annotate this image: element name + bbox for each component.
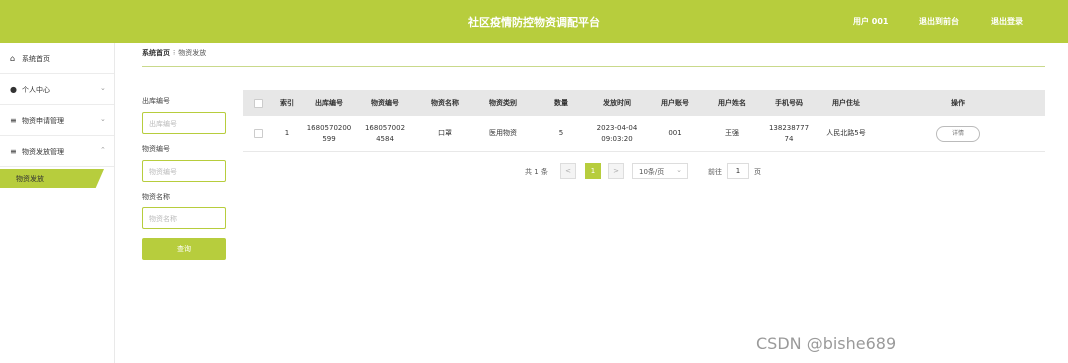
detail-button[interactable]: 详情 bbox=[936, 125, 980, 142]
sidebar: ⌂ 系统首页 ● 个人中心 ⌄ ≡ 物资申请管理 ⌄ ≡ 物资发放管理 ⌃ 物资… bbox=[0, 43, 115, 363]
cell-category: 医用物资 bbox=[489, 129, 517, 137]
cell-material-name: 口罩 bbox=[438, 129, 452, 137]
cell-phone-line2: 74 bbox=[784, 134, 794, 143]
row-checkbox[interactable] bbox=[251, 116, 265, 151]
material-name-label: 物资名称 bbox=[142, 193, 170, 201]
cell-time: 2023-04-04 09:03:20 bbox=[589, 116, 645, 151]
page-jump-input[interactable]: 1 bbox=[727, 163, 749, 179]
sidebar-item-label: 个人中心 bbox=[22, 86, 50, 94]
sidebar-subitem-distribution[interactable]: 物资发放 bbox=[0, 169, 104, 188]
distribution-table: 索引 出库编号 物资编号 物资名称 物资类别 数量 发放时间 用户账号 用户姓名… bbox=[243, 90, 1045, 152]
table-header: 索引 出库编号 物资编号 物资名称 物资类别 数量 发放时间 用户账号 用户姓名… bbox=[243, 90, 1045, 116]
chevron-down-icon: ⌄ bbox=[100, 84, 106, 92]
cell-material-no: 168057002 4584 bbox=[357, 116, 413, 151]
cell-user-name: 王强 bbox=[725, 129, 739, 137]
col-material-name: 物资名称 bbox=[431, 98, 459, 107]
page-size-select[interactable]: 10条/页 ⌄ bbox=[632, 163, 688, 179]
col-category: 物资类别 bbox=[489, 98, 517, 107]
cell-account: 001 bbox=[668, 129, 682, 137]
col-quantity: 数量 bbox=[554, 98, 568, 107]
cell-address: 人民北路5号 bbox=[826, 129, 866, 137]
current-user[interactable]: 用户 001 bbox=[853, 16, 888, 27]
menu-icon: ≡ bbox=[10, 116, 17, 125]
col-material-no: 物资编号 bbox=[371, 98, 399, 107]
cell-action: 详情 bbox=[903, 116, 1013, 151]
pagination-total: 共 1 条 bbox=[525, 168, 548, 176]
breadcrumb-current: 物资发放 bbox=[178, 49, 207, 57]
chevron-up-icon: ⌃ bbox=[100, 146, 106, 154]
cell-outbound-no-line1: 1680570200 bbox=[306, 123, 352, 132]
cell-time-line1: 2023-04-04 bbox=[596, 123, 638, 132]
logout-link[interactable]: 退出登录 bbox=[991, 16, 1023, 27]
app-title: 社区疫情防控物资调配平台 bbox=[468, 16, 600, 29]
back-to-front-link[interactable]: 退出到前台 bbox=[919, 16, 959, 27]
breadcrumb: 系统首页 ⁝ 物资发放 bbox=[142, 48, 206, 58]
col-index: 索引 bbox=[280, 98, 294, 107]
cell-material-no-line2: 4584 bbox=[376, 134, 394, 143]
cell-quantity: 5 bbox=[558, 129, 564, 137]
cell-phone-line1: 138238777 bbox=[768, 123, 810, 132]
chevron-down-icon: ⌄ bbox=[100, 115, 106, 123]
menu-icon: ≡ bbox=[10, 147, 17, 156]
sidebar-item-distribution-management[interactable]: ≡ 物资发放管理 ⌃ bbox=[0, 136, 114, 167]
sidebar-item-label: 物资申请管理 bbox=[22, 117, 64, 125]
cell-material-no-line1: 168057002 bbox=[364, 123, 406, 132]
query-button[interactable]: 查询 bbox=[142, 238, 226, 260]
breadcrumb-divider bbox=[142, 66, 1045, 67]
table-row: 1 1680570200 599 168057002 4584 口罩 医用物资 … bbox=[243, 116, 1045, 152]
col-time: 发放时间 bbox=[603, 98, 631, 107]
col-account: 用户账号 bbox=[661, 98, 689, 107]
user-icon: ● bbox=[10, 85, 17, 94]
material-name-input[interactable]: 物资名称 bbox=[142, 207, 226, 229]
breadcrumb-separator: ⁝ bbox=[173, 49, 176, 57]
sidebar-item-label: 系统首页 bbox=[22, 55, 50, 63]
col-address: 用户住址 bbox=[832, 98, 860, 107]
chevron-down-icon: ⌄ bbox=[676, 166, 682, 174]
cell-index: 1 bbox=[284, 129, 290, 137]
cell-outbound-no: 1680570200 599 bbox=[301, 116, 357, 151]
outbound-no-input[interactable]: 出库编号 bbox=[142, 112, 226, 134]
csdn-watermark: CSDN @bishe689 bbox=[756, 334, 897, 353]
outbound-no-label: 出库编号 bbox=[142, 97, 170, 105]
top-bar: 社区疫情防控物资调配平台 用户 001 退出到前台 退出登录 bbox=[0, 0, 1068, 43]
prev-page-button[interactable]: < bbox=[560, 163, 576, 179]
select-all-checkbox[interactable] bbox=[251, 90, 265, 116]
breadcrumb-home[interactable]: 系统首页 bbox=[142, 49, 170, 57]
sidebar-item-label: 物资发放管理 bbox=[22, 148, 64, 156]
sidebar-item-home[interactable]: ⌂ 系统首页 bbox=[0, 43, 114, 74]
col-action: 操作 bbox=[951, 98, 965, 107]
cell-time-line2: 09:03:20 bbox=[601, 134, 633, 143]
cell-phone: 138238777 74 bbox=[761, 116, 817, 151]
sidebar-item-apply-management[interactable]: ≡ 物资申请管理 ⌄ bbox=[0, 105, 114, 136]
col-phone: 手机号码 bbox=[775, 98, 803, 107]
material-no-label: 物资编号 bbox=[142, 145, 170, 153]
current-page-button[interactable]: 1 bbox=[585, 163, 601, 179]
home-icon: ⌂ bbox=[10, 54, 16, 63]
material-no-input[interactable]: 物资编号 bbox=[142, 160, 226, 182]
cell-outbound-no-line2: 599 bbox=[322, 134, 336, 143]
col-user-name: 用户姓名 bbox=[718, 98, 746, 107]
jump-prefix: 前往 bbox=[708, 168, 722, 176]
sidebar-item-personal-center[interactable]: ● 个人中心 ⌄ bbox=[0, 74, 114, 105]
next-page-button[interactable]: > bbox=[608, 163, 624, 179]
sidebar-subitem-label: 物资发放 bbox=[16, 175, 44, 183]
col-outbound-no: 出库编号 bbox=[315, 98, 343, 107]
jump-suffix: 页 bbox=[754, 168, 761, 176]
page-size-value: 10条/页 bbox=[639, 168, 665, 176]
